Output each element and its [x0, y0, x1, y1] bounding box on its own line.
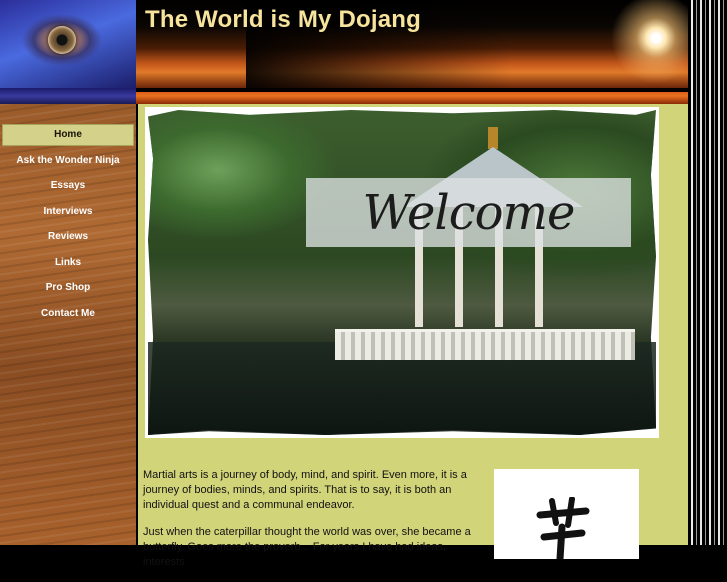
calligraphy-image [494, 469, 639, 559]
nav-item-essays[interactable]: Essays [2, 175, 134, 197]
eye-logo [0, 0, 136, 88]
welcome-photo: Welcome [145, 107, 659, 438]
nav-item-links[interactable]: Links [2, 252, 134, 274]
pavilion-finial [488, 127, 498, 149]
intro-paragraph: Just when the caterpillar thought the wo… [143, 526, 471, 568]
nav-item-pro-shop[interactable]: Pro Shop [2, 277, 134, 299]
calligraphy-character-icon [536, 497, 590, 559]
nav-item-interviews[interactable]: Interviews [2, 201, 134, 223]
header-bar-left [0, 88, 136, 104]
eye-iris-icon [48, 26, 76, 54]
nav-item-home[interactable]: Home [2, 124, 134, 146]
pavilion-railing [335, 329, 635, 360]
nav-item-ask-the-wonder-ninja[interactable]: Ask the Wonder Ninja [2, 150, 134, 172]
nav-menu: Home Ask the Wonder Ninja Essays Intervi… [2, 124, 134, 328]
welcome-heading: Welcome [362, 184, 576, 241]
decorative-stripes [688, 0, 727, 545]
main-content: Welcome Martial arts is a journey of bod… [138, 104, 688, 568]
nav-item-reviews[interactable]: Reviews [2, 226, 134, 248]
intro-paragraph: Martial arts is a journey of body, mind,… [143, 469, 467, 511]
intro-text: Martial arts is a journey of body, mind,… [143, 468, 485, 582]
header-divider [136, 88, 688, 92]
site-title: The World is My Dojang [145, 6, 421, 33]
welcome-sign: Welcome [306, 178, 631, 247]
sidebar: Home Ask the Wonder Ninja Essays Intervi… [0, 104, 136, 545]
header-banner: The World is My Dojang [136, 0, 688, 88]
nav-item-contact-me[interactable]: Contact Me [2, 303, 134, 325]
